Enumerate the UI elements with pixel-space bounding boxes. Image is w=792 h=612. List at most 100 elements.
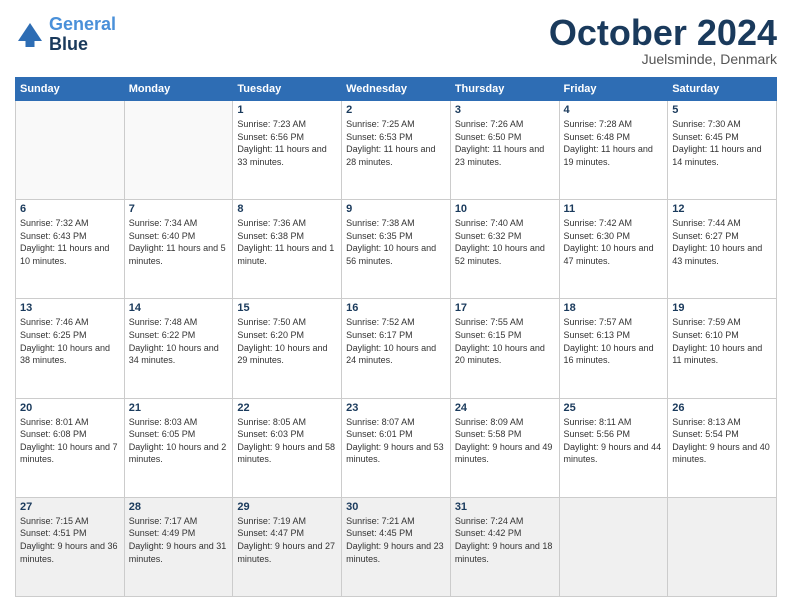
header: General Blue October 2024 Juelsminde, De… xyxy=(15,15,777,67)
calendar-cell: 19 Sunrise: 7:59 AM Sunset: 6:10 PM Dayli… xyxy=(668,299,777,398)
cell-info: Sunrise: 7:30 AM Sunset: 6:45 PM Dayligh… xyxy=(672,118,772,168)
logo-icon xyxy=(15,20,45,50)
day-number: 26 xyxy=(672,402,772,414)
day-number: 1 xyxy=(237,104,337,116)
calendar-cell: 27Sunrise: 7:15 AM Sunset: 4:51 PM Dayli… xyxy=(16,497,125,596)
col-friday: Friday xyxy=(559,78,668,101)
calendar-cell: 20Sunrise: 8:01 AM Sunset: 6:08 PM Dayli… xyxy=(16,398,125,497)
day-number: 6 xyxy=(20,203,120,215)
calendar-week-1: 1 Sunrise: 7:23 AM Sunset: 6:56 PM Daylig… xyxy=(16,101,777,200)
day-number: 11 xyxy=(564,203,664,215)
day-number: 18 xyxy=(564,302,664,314)
cell-info: Sunrise: 7:42 AM Sunset: 6:30 PM Dayligh… xyxy=(564,217,664,267)
calendar-cell: 5 Sunrise: 7:30 AM Sunset: 6:45 PM Daylig… xyxy=(668,101,777,200)
day-number: 23 xyxy=(346,402,446,414)
location: Juelsminde, Denmark xyxy=(549,51,777,67)
day-number: 7 xyxy=(129,203,229,215)
calendar-cell: 22 Sunrise: 8:05 AM Sunset: 6:03 PM Dayli… xyxy=(233,398,342,497)
calendar-cell: 29 Sunrise: 7:19 AM Sunset: 4:47 PM Dayli… xyxy=(233,497,342,596)
calendar-week-2: 6 Sunrise: 7:32 AM Sunset: 6:43 PM Daylig… xyxy=(16,200,777,299)
calendar-cell: 7 Sunrise: 7:34 AM Sunset: 6:40 PM Daylig… xyxy=(124,200,233,299)
cell-info: Sunrise: 8:09 AM Sunset: 5:58 PM Dayligh… xyxy=(455,416,555,466)
col-saturday: Saturday xyxy=(668,78,777,101)
calendar-cell: 1 Sunrise: 7:23 AM Sunset: 6:56 PM Daylig… xyxy=(233,101,342,200)
calendar-week-3: 13 Sunrise: 7:46 AM Sunset: 6:25 PM Dayli… xyxy=(16,299,777,398)
calendar-header-row: Sunday Monday Tuesday Wednesday Thursday… xyxy=(16,78,777,101)
cell-info: Sunrise: 8:13 AM Sunset: 5:54 PM Dayligh… xyxy=(672,416,772,466)
cell-info: Sunrise: 7:32 AM Sunset: 6:43 PM Dayligh… xyxy=(20,217,120,267)
day-number: 4 xyxy=(564,104,664,116)
calendar-cell: 24 Sunrise: 8:09 AM Sunset: 5:58 PM Dayli… xyxy=(450,398,559,497)
calendar-cell: 31 Sunrise: 7:24 AM Sunset: 4:42 PM Dayli… xyxy=(450,497,559,596)
cell-info: Sunrise: 8:03 AM Sunset: 6:05 PM Dayligh… xyxy=(129,416,229,466)
day-number: 15 xyxy=(237,302,337,314)
month-title: October 2024 xyxy=(549,15,777,51)
calendar-cell: 25 Sunrise: 8:11 AM Sunset: 5:56 PM Dayli… xyxy=(559,398,668,497)
cell-info: Sunrise: 8:11 AM Sunset: 5:56 PM Dayligh… xyxy=(564,416,664,466)
calendar-cell: 23 Sunrise: 8:07 AM Sunset: 6:01 PM Dayli… xyxy=(342,398,451,497)
calendar-cell: 12Sunrise: 7:44 AM Sunset: 6:27 PM Dayli… xyxy=(668,200,777,299)
cell-info: Sunrise: 7:26 AM Sunset: 6:50 PM Dayligh… xyxy=(455,118,555,168)
calendar-cell: 30Sunrise: 7:21 AM Sunset: 4:45 PM Dayli… xyxy=(342,497,451,596)
cell-info: Sunrise: 7:34 AM Sunset: 6:40 PM Dayligh… xyxy=(129,217,229,267)
day-number: 29 xyxy=(237,501,337,513)
calendar-cell: 4Sunrise: 7:28 AM Sunset: 6:48 PM Daylig… xyxy=(559,101,668,200)
day-number: 24 xyxy=(455,402,555,414)
day-number: 9 xyxy=(346,203,446,215)
day-number: 19 xyxy=(672,302,772,314)
logo-text: General Blue xyxy=(49,15,116,55)
col-monday: Monday xyxy=(124,78,233,101)
calendar-table: Sunday Monday Tuesday Wednesday Thursday… xyxy=(15,77,777,597)
day-number: 14 xyxy=(129,302,229,314)
cell-info: Sunrise: 7:52 AM Sunset: 6:17 PM Dayligh… xyxy=(346,316,446,366)
calendar-cell: 15 Sunrise: 7:50 AM Sunset: 6:20 PM Dayli… xyxy=(233,299,342,398)
cell-info: Sunrise: 7:21 AM Sunset: 4:45 PM Dayligh… xyxy=(346,515,446,565)
cell-info: Sunrise: 7:17 AM Sunset: 4:49 PM Dayligh… xyxy=(129,515,229,565)
calendar-week-4: 20Sunrise: 8:01 AM Sunset: 6:08 PM Dayli… xyxy=(16,398,777,497)
calendar-cell: 18 Sunrise: 7:57 AM Sunset: 6:13 PM Dayli… xyxy=(559,299,668,398)
calendar-cell: 8Sunrise: 7:36 AM Sunset: 6:38 PM Daylig… xyxy=(233,200,342,299)
calendar-cell: 6 Sunrise: 7:32 AM Sunset: 6:43 PM Daylig… xyxy=(16,200,125,299)
cell-info: Sunrise: 7:23 AM Sunset: 6:56 PM Dayligh… xyxy=(237,118,337,168)
day-number: 3 xyxy=(455,104,555,116)
calendar-cell: 16Sunrise: 7:52 AM Sunset: 6:17 PM Dayli… xyxy=(342,299,451,398)
cell-info: Sunrise: 7:44 AM Sunset: 6:27 PM Dayligh… xyxy=(672,217,772,267)
cell-info: Sunrise: 7:59 AM Sunset: 6:10 PM Dayligh… xyxy=(672,316,772,366)
day-number: 13 xyxy=(20,302,120,314)
day-number: 8 xyxy=(237,203,337,215)
cell-info: Sunrise: 7:50 AM Sunset: 6:20 PM Dayligh… xyxy=(237,316,337,366)
col-thursday: Thursday xyxy=(450,78,559,101)
calendar-cell: 13 Sunrise: 7:46 AM Sunset: 6:25 PM Dayli… xyxy=(16,299,125,398)
calendar-cell: 14 Sunrise: 7:48 AM Sunset: 6:22 PM Dayli… xyxy=(124,299,233,398)
cell-info: Sunrise: 7:46 AM Sunset: 6:25 PM Dayligh… xyxy=(20,316,120,366)
calendar-cell: 11 Sunrise: 7:42 AM Sunset: 6:30 PM Dayli… xyxy=(559,200,668,299)
col-tuesday: Tuesday xyxy=(233,78,342,101)
calendar-cell xyxy=(668,497,777,596)
day-number: 31 xyxy=(455,501,555,513)
calendar-cell: 9 Sunrise: 7:38 AM Sunset: 6:35 PM Daylig… xyxy=(342,200,451,299)
day-number: 5 xyxy=(672,104,772,116)
cell-info: Sunrise: 7:57 AM Sunset: 6:13 PM Dayligh… xyxy=(564,316,664,366)
day-number: 25 xyxy=(564,402,664,414)
calendar-cell: 2Sunrise: 7:25 AM Sunset: 6:53 PM Daylig… xyxy=(342,101,451,200)
title-area: October 2024 Juelsminde, Denmark xyxy=(549,15,777,67)
cell-info: Sunrise: 7:55 AM Sunset: 6:15 PM Dayligh… xyxy=(455,316,555,366)
day-number: 21 xyxy=(129,402,229,414)
cell-info: Sunrise: 7:19 AM Sunset: 4:47 PM Dayligh… xyxy=(237,515,337,565)
cell-info: Sunrise: 7:38 AM Sunset: 6:35 PM Dayligh… xyxy=(346,217,446,267)
col-wednesday: Wednesday xyxy=(342,78,451,101)
day-number: 17 xyxy=(455,302,555,314)
logo: General Blue xyxy=(15,15,116,55)
cell-info: Sunrise: 7:48 AM Sunset: 6:22 PM Dayligh… xyxy=(129,316,229,366)
calendar-cell: 21 Sunrise: 8:03 AM Sunset: 6:05 PM Dayli… xyxy=(124,398,233,497)
calendar-cell: 26 Sunrise: 8:13 AM Sunset: 5:54 PM Dayli… xyxy=(668,398,777,497)
cell-info: Sunrise: 8:07 AM Sunset: 6:01 PM Dayligh… xyxy=(346,416,446,466)
col-sunday: Sunday xyxy=(16,78,125,101)
calendar-week-5: 27Sunrise: 7:15 AM Sunset: 4:51 PM Dayli… xyxy=(16,497,777,596)
day-number: 10 xyxy=(455,203,555,215)
cell-info: Sunrise: 8:05 AM Sunset: 6:03 PM Dayligh… xyxy=(237,416,337,466)
day-number: 20 xyxy=(20,402,120,414)
calendar-cell: 28Sunrise: 7:17 AM Sunset: 4:49 PM Dayli… xyxy=(124,497,233,596)
day-number: 22 xyxy=(237,402,337,414)
cell-info: Sunrise: 7:24 AM Sunset: 4:42 PM Dayligh… xyxy=(455,515,555,565)
